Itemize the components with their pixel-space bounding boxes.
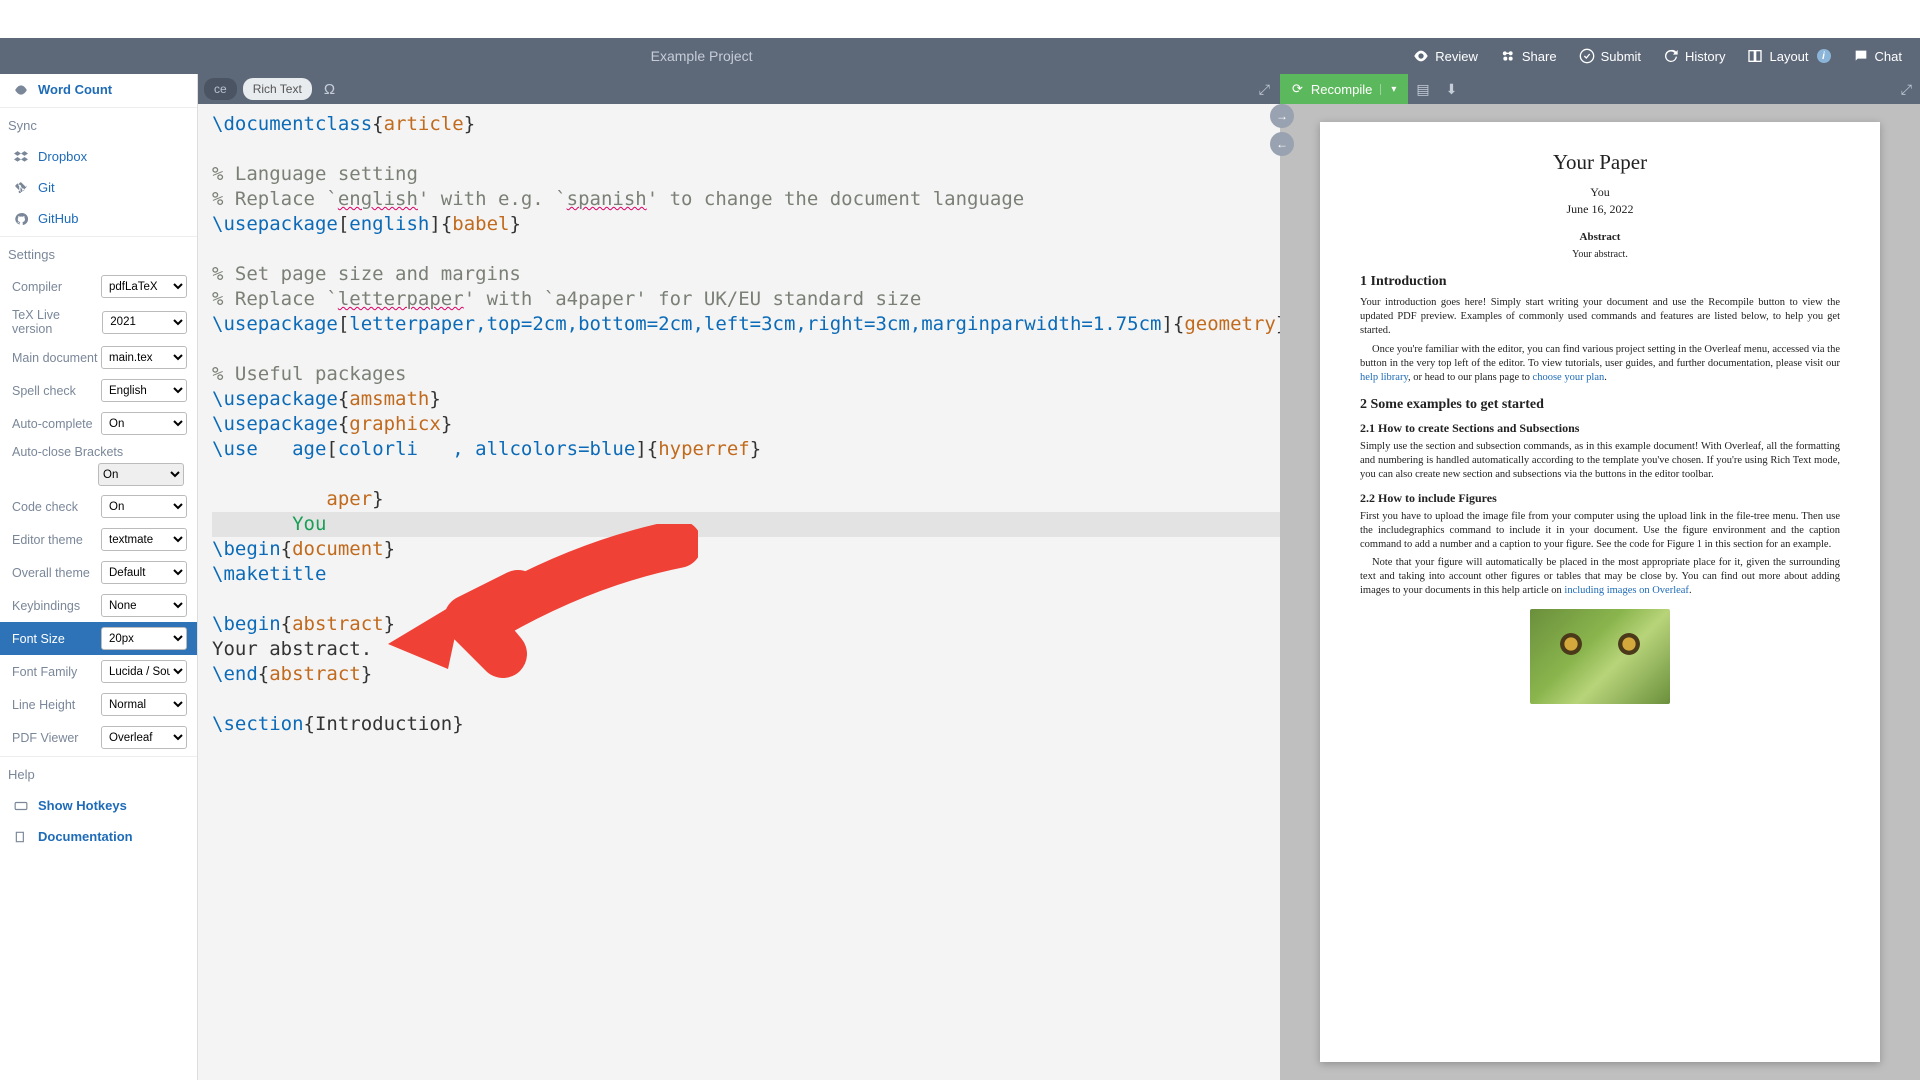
recompile-button[interactable]: ⟳Recompile▾ — [1280, 74, 1408, 104]
pdf-viewer[interactable]: Your Paper You June 16, 2022 Abstract Yo… — [1280, 104, 1920, 1080]
setting-compiler: CompilerpdfLaTeX — [0, 270, 197, 303]
pdf-h1: 1 Introduction — [1360, 274, 1840, 290]
setting-lineheight: Line HeightNormal — [0, 688, 197, 721]
autoclose-select[interactable]: On — [98, 463, 184, 486]
settings-sidebar: Word Count Sync Dropbox Git GitHub Setti… — [0, 74, 198, 1080]
setting-codecheck: Code checkOn — [0, 490, 197, 523]
app-header: Example Project Review Share Submit Hist… — [0, 38, 1920, 74]
layout-button[interactable]: Layouti — [1737, 42, 1840, 70]
pdf-date: June 16, 2022 — [1360, 202, 1840, 217]
pdf-author: You — [1360, 185, 1840, 200]
expand-editor-icon[interactable]: ⤢ — [1255, 81, 1274, 98]
pdfviewer-select[interactable]: Overleaf — [101, 726, 187, 749]
help-label: Help — [0, 759, 197, 790]
share-button[interactable]: Share — [1490, 42, 1567, 70]
keybindings-select[interactable]: None — [101, 594, 187, 617]
setting-autoclose: Auto-close BracketsOn — [0, 440, 197, 490]
pdf-toolbar: ⟳Recompile▾ ▤ ⬇ ⤢ — [1280, 74, 1920, 104]
compiler-select[interactable]: pdfLaTeX — [101, 275, 187, 298]
pdf-figure-frog — [1530, 609, 1670, 704]
pdf-title: Your Paper — [1360, 150, 1840, 175]
info-icon: i — [1817, 49, 1831, 63]
pdf-p3: First you have to upload the image file … — [1360, 510, 1840, 553]
pdf-h21: 2.1 How to create Sections and Subsectio… — [1360, 421, 1840, 436]
pdf-p2: Simply use the section and subsection co… — [1360, 440, 1840, 483]
pdf-p1b: Once you're familiar with the editor, yo… — [1360, 343, 1840, 386]
overalltheme-select[interactable]: Default — [101, 561, 187, 584]
pdf-h2: 2 Some examples to get started — [1360, 397, 1840, 413]
setting-fontsize: Font Size20px — [0, 622, 197, 655]
autocomplete-select[interactable]: On — [101, 412, 187, 435]
pane-divider[interactable]: → ← — [1270, 104, 1294, 156]
setting-autocomplete: Auto-completeOn — [0, 407, 197, 440]
pdf-p3b: Note that your figure will automatically… — [1360, 556, 1840, 599]
chat-button[interactable]: Chat — [1843, 42, 1912, 70]
maindoc-select[interactable]: main.tex — [101, 346, 187, 369]
sync-git[interactable]: Git — [0, 172, 197, 203]
pdf-page: Your Paper You June 16, 2022 Abstract Yo… — [1320, 122, 1880, 1062]
history-button[interactable]: History — [1653, 42, 1735, 70]
setting-overalltheme: Overall themeDefault — [0, 556, 197, 589]
sync-label: Sync — [0, 110, 197, 141]
setting-fontfamily: Font FamilyLucida / Sourc — [0, 655, 197, 688]
source-tab[interactable]: ce — [204, 78, 237, 100]
fontsize-select[interactable]: 20px — [101, 627, 187, 650]
sync-github[interactable]: GitHub — [0, 203, 197, 234]
submit-button[interactable]: Submit — [1569, 42, 1651, 70]
pdf-abstract-heading: Abstract — [1360, 231, 1840, 243]
richtext-tab[interactable]: Rich Text — [243, 78, 312, 100]
editortheme-select[interactable]: textmate — [101, 528, 187, 551]
setting-editortheme: Editor themetextmate — [0, 523, 197, 556]
setting-texlive: TeX Live version2021 — [0, 303, 197, 341]
pdf-abstract: Your abstract. — [1360, 249, 1840, 260]
texlive-select[interactable]: 2021 — [102, 311, 187, 334]
codecheck-select[interactable]: On — [101, 495, 187, 518]
logs-icon[interactable]: ▤ — [1408, 81, 1437, 98]
word-count-item[interactable]: Word Count — [0, 74, 197, 105]
spellcheck-select[interactable]: English — [101, 379, 187, 402]
sync-dropbox[interactable]: Dropbox — [0, 141, 197, 172]
pdf-pane: ⟳Recompile▾ ▤ ⬇ ⤢ Your Paper You June 16… — [1280, 74, 1920, 1080]
settings-label: Settings — [0, 239, 197, 270]
documentation[interactable]: Documentation — [0, 821, 197, 852]
editor-toolbar: ce Rich Text Ω ⤢ — [198, 74, 1280, 104]
omega-icon[interactable]: Ω — [318, 81, 341, 98]
sync-left-icon[interactable]: ← — [1270, 132, 1294, 156]
pdf-h22: 2.2 How to include Figures — [1360, 491, 1840, 506]
expand-pdf-icon[interactable]: ⤢ — [1893, 81, 1920, 98]
pdf-p1: Your introduction goes here! Simply star… — [1360, 296, 1840, 339]
setting-maindoc: Main documentmain.tex — [0, 341, 197, 374]
setting-spellcheck: Spell checkEnglish — [0, 374, 197, 407]
sync-right-icon[interactable]: → — [1270, 104, 1294, 128]
show-hotkeys[interactable]: Show Hotkeys — [0, 790, 197, 821]
project-title: Example Project — [0, 48, 1403, 64]
setting-pdfviewer: PDF ViewerOverleaf — [0, 721, 197, 754]
code-editor[interactable]: \documentclass{article} % Language setti… — [198, 104, 1280, 1080]
fontfamily-select[interactable]: Lucida / Sourc — [101, 660, 187, 683]
review-button[interactable]: Review — [1403, 42, 1488, 70]
lineheight-select[interactable]: Normal — [101, 693, 187, 716]
download-icon[interactable]: ⬇ — [1438, 81, 1466, 98]
editor-pane: ce Rich Text Ω ⤢ \documentclass{article}… — [198, 74, 1280, 1080]
setting-keybindings: KeybindingsNone — [0, 589, 197, 622]
